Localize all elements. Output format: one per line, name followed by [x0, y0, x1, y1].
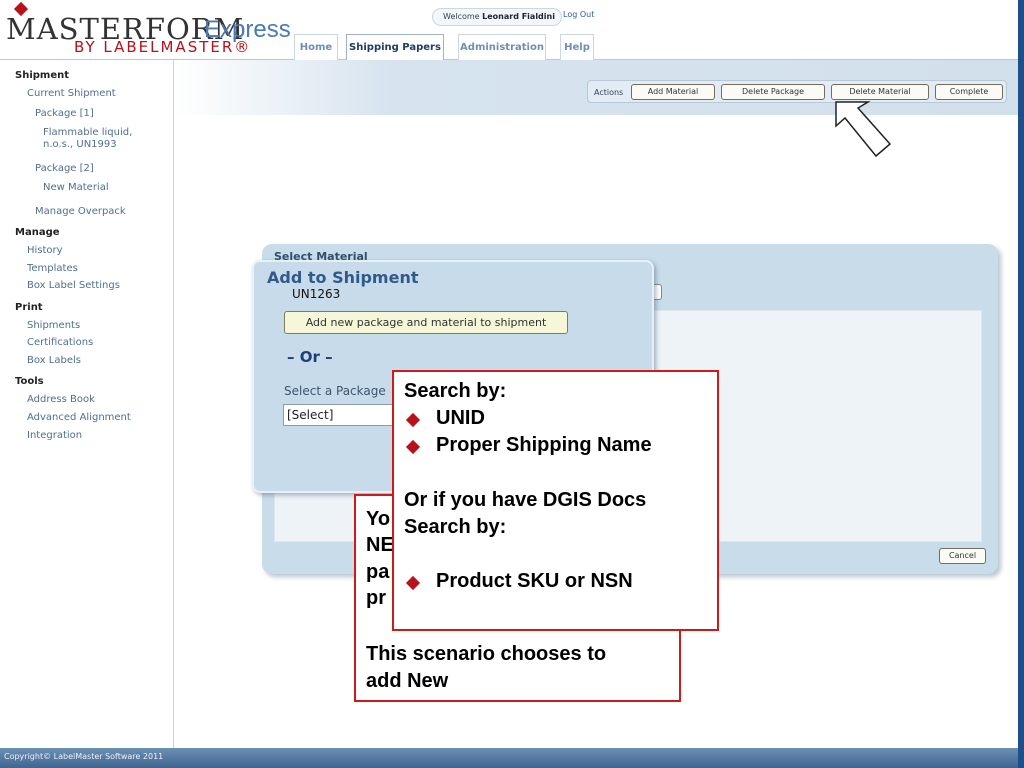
callout-back-line6: add New	[366, 670, 449, 692]
or-separator: – Or –	[287, 348, 333, 366]
sidebar-head-shipment: Shipment	[15, 70, 70, 81]
callout-proper-shipping-name: Proper Shipping Name	[436, 434, 652, 456]
sidebar-item-manage-overpack[interactable]: Manage Overpack	[35, 206, 126, 218]
callout-search-by-2: Search by:	[404, 516, 507, 538]
header: MASTERFORM Express BY LABELMASTER® Welco…	[0, 0, 1024, 61]
sidebar: Shipment Current Shipment Package [1] Fl…	[0, 60, 174, 748]
sidebar-item-address-book[interactable]: Address Book	[27, 394, 95, 406]
cancel-button[interactable]: Cancel	[939, 548, 986, 564]
tab-shipping-papers[interactable]: Shipping Papers	[346, 34, 444, 61]
delete-package-button[interactable]: Delete Package	[721, 84, 825, 100]
sidebar-head-manage: Manage	[15, 227, 60, 238]
callout-search-by-heading: Search by:	[404, 380, 507, 402]
logo-sub-text: BY LABELMASTER®	[74, 38, 252, 56]
sidebar-item-package-2[interactable]: Package [2]	[35, 163, 94, 175]
copyright-text: Copyright© LabelMaster Software 2011	[4, 752, 164, 761]
masterform-logo[interactable]: MASTERFORM Express BY LABELMASTER®	[6, 1, 291, 56]
tab-help[interactable]: Help	[560, 34, 594, 60]
callout-back-line4: pr	[366, 587, 386, 609]
callout-back-line2: NE	[366, 534, 394, 556]
sidebar-head-tools: Tools	[15, 376, 44, 387]
pointer-arrow-icon	[835, 101, 892, 158]
package-select[interactable]: [Select]	[283, 404, 403, 426]
sidebar-head-print: Print	[15, 302, 43, 313]
add-new-package-button[interactable]: Add new package and material to shipment	[284, 311, 568, 334]
delete-material-button[interactable]: Delete Material	[831, 84, 929, 100]
callout-back-line1: Yo	[366, 508, 391, 530]
sidebar-item-templates[interactable]: Templates	[27, 263, 78, 275]
footer: Copyright© LabelMaster Software 2011	[0, 748, 1024, 768]
callout-dgis-line: Or if you have DGIS Docs	[404, 489, 647, 511]
add-material-button[interactable]: Add Material	[631, 84, 715, 100]
callout-back-line5: This scenario chooses to	[366, 643, 607, 665]
add-to-shipment-title: Add to Shipment	[267, 268, 419, 287]
user-name: Leonard Fialdini	[482, 12, 555, 21]
sidebar-item-new-material[interactable]: New Material	[43, 182, 109, 194]
un-number: UN1263	[292, 287, 341, 301]
sidebar-item-box-label-settings[interactable]: Box Label Settings	[27, 280, 120, 292]
sidebar-item-package-1[interactable]: Package [1]	[35, 108, 94, 120]
select-package-label: Select a Package	[284, 384, 386, 398]
sidebar-item-shipments[interactable]: Shipments	[27, 320, 80, 332]
callout-search-by: Search by: UNID Proper Shipping Name Or …	[392, 370, 719, 631]
callout-unid: UNID	[436, 407, 485, 429]
sidebar-item-box-labels[interactable]: Box Labels	[27, 355, 81, 367]
window-right-edge	[1018, 0, 1024, 768]
sidebar-item-history[interactable]: History	[27, 245, 63, 257]
welcome-prefix: Welcome	[443, 12, 480, 21]
bullet-diamond-icon	[405, 439, 421, 455]
tab-home[interactable]: Home	[294, 34, 338, 60]
sidebar-item-material-line2[interactable]: n.o.s., UN1993	[43, 139, 117, 151]
app-window: MASTERFORM Express BY LABELMASTER® Welco…	[0, 0, 1024, 768]
tab-administration[interactable]: Administration	[458, 34, 546, 60]
bullet-diamond-icon	[405, 412, 421, 428]
sidebar-item-certifications[interactable]: Certifications	[27, 337, 93, 349]
bullet-diamond-icon	[405, 575, 421, 591]
sidebar-item-advanced-alignment[interactable]: Advanced Alignment	[27, 412, 131, 424]
complete-button[interactable]: Complete	[935, 84, 1003, 100]
welcome-badge: Welcome Leonard Fialdini	[432, 8, 562, 26]
sidebar-item-material-line1[interactable]: Flammable liquid,	[43, 127, 132, 139]
callout-back-line3: pa	[366, 561, 390, 583]
logout-link[interactable]: Log Out	[563, 10, 594, 19]
sidebar-item-integration[interactable]: Integration	[27, 430, 82, 442]
callout-sku-nsn: Product SKU or NSN	[436, 570, 633, 592]
actions-label: Actions	[594, 88, 624, 97]
sidebar-item-current-shipment[interactable]: Current Shipment	[27, 88, 116, 100]
